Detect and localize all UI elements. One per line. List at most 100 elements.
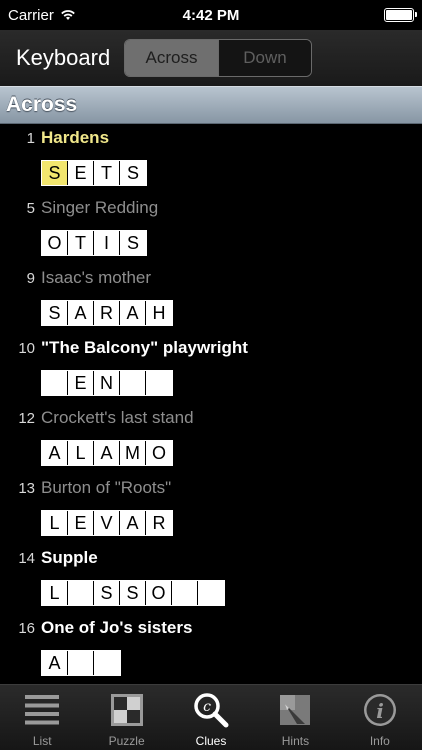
- answer-cell[interactable]: S: [120, 581, 146, 605]
- direction-segmented-control: Across Down: [124, 39, 312, 77]
- answer-cell[interactable]: R: [94, 301, 120, 325]
- clues-magnifier-icon: c: [193, 692, 229, 728]
- answer-cell[interactable]: O: [146, 581, 172, 605]
- segment-down[interactable]: Down: [218, 40, 311, 76]
- answer-cell[interactable]: T: [94, 161, 120, 185]
- clue-number: 10: [18, 340, 35, 357]
- clue-text: Supple: [41, 548, 98, 567]
- tab-list[interactable]: List: [0, 685, 84, 750]
- answer-cells[interactable]: SARAH: [41, 300, 173, 326]
- clue-number: 13: [18, 480, 35, 497]
- clue-list: 1 Hardens S E T S 5 Singer Redding O T I S 9 Isaac's …: [0, 124, 422, 684]
- clue-number: 5: [26, 200, 35, 217]
- clue-number: 12: [18, 410, 35, 427]
- battery-icon: [384, 8, 417, 22]
- answer-cell[interactable]: N: [94, 371, 120, 395]
- answer-cell[interactable]: [94, 651, 120, 675]
- answer-cells[interactable]: LEVAR: [41, 510, 173, 536]
- answer-cells[interactable]: EN: [41, 370, 173, 396]
- answer-cell[interactable]: I: [94, 231, 120, 255]
- clue-row[interactable]: 1 Hardens S E T S: [0, 124, 422, 194]
- tab-label-puzzle: Puzzle: [108, 734, 145, 748]
- answer-cell[interactable]: [198, 581, 224, 605]
- hints-icon: [277, 692, 313, 728]
- clue-row[interactable]: 14 Supple L S S O: [0, 544, 422, 614]
- answer-cell[interactable]: A: [120, 511, 146, 535]
- clues-header: Keyboard Across Down: [0, 30, 422, 86]
- answer-cell[interactable]: L: [68, 441, 94, 465]
- answer-cell[interactable]: S: [42, 161, 68, 185]
- answer-cell[interactable]: L: [42, 581, 68, 605]
- section-header: Across: [0, 86, 422, 124]
- clue-row[interactable]: 16 One of Jo's sisters A: [0, 614, 422, 684]
- wifi-icon: [60, 9, 76, 21]
- answer-cell[interactable]: [68, 651, 94, 675]
- answer-cell[interactable]: M: [120, 441, 146, 465]
- answer-cell[interactable]: L: [42, 511, 68, 535]
- answer-cell[interactable]: S: [120, 231, 146, 255]
- tab-info[interactable]: i Info: [338, 685, 422, 750]
- tab-label-clues: Clues: [195, 734, 227, 748]
- answer-cell[interactable]: S: [42, 301, 68, 325]
- carrier-group: Carrier: [8, 7, 76, 24]
- clue-text: Crockett's last stand: [41, 408, 194, 427]
- answer-cell[interactable]: A: [42, 441, 68, 465]
- clue-number: 14: [18, 550, 35, 567]
- answer-cell[interactable]: T: [68, 231, 94, 255]
- puzzle-grid-icon: [109, 692, 145, 728]
- clue-number: 9: [26, 270, 35, 287]
- header-title: Keyboard: [16, 45, 111, 70]
- answer-cell[interactable]: E: [68, 371, 94, 395]
- answer-cells[interactable]: OTIS: [41, 230, 147, 256]
- clue-text: Isaac's mother: [41, 268, 152, 287]
- answer-cell[interactable]: A: [94, 441, 120, 465]
- tab-label-info: Info: [369, 734, 390, 748]
- answer-cells[interactable]: SETS: [41, 160, 147, 186]
- tab-hints[interactable]: Hints: [253, 685, 337, 750]
- clue-row[interactable]: 9 Isaac's mother S A R A H: [0, 264, 422, 334]
- answer-cell[interactable]: S: [120, 161, 146, 185]
- answer-cells[interactable]: LSSO: [41, 580, 225, 606]
- clue-row[interactable]: 10 "The Balcony" playwright E N: [0, 334, 422, 404]
- tab-label-hints: Hints: [281, 734, 310, 748]
- answer-cell[interactable]: O: [42, 231, 68, 255]
- answer-cell[interactable]: [120, 371, 146, 395]
- clue-text: Hardens: [41, 128, 110, 147]
- answer-cell[interactable]: S: [94, 581, 120, 605]
- answer-cell[interactable]: R: [146, 511, 172, 535]
- answer-cell[interactable]: H: [146, 301, 172, 325]
- list-icon: [24, 692, 60, 728]
- answer-cells[interactable]: A: [41, 650, 121, 676]
- answer-cell[interactable]: V: [94, 511, 120, 535]
- clue-text: "The Balcony" playwright: [41, 338, 248, 357]
- clue-row[interactable]: 5 Singer Redding O T I S: [0, 194, 422, 264]
- tab-bar: List Puzzle c Clues Hints i Info: [0, 684, 422, 750]
- svg-text:c: c: [203, 699, 211, 715]
- clue-number: 16: [18, 620, 35, 637]
- answer-cell[interactable]: [172, 581, 198, 605]
- answer-cells[interactable]: ALAMO: [41, 440, 173, 466]
- section-title: Across: [6, 93, 78, 116]
- status-bar: Carrier 4:42 PM: [0, 0, 422, 30]
- answer-cell[interactable]: [42, 371, 68, 395]
- tab-clues[interactable]: c Clues: [169, 685, 253, 750]
- segment-across[interactable]: Across: [125, 40, 218, 76]
- answer-cell[interactable]: O: [146, 441, 172, 465]
- answer-cell[interactable]: A: [42, 651, 68, 675]
- answer-cell[interactable]: A: [68, 301, 94, 325]
- answer-cell[interactable]: A: [120, 301, 146, 325]
- answer-cell[interactable]: [68, 581, 94, 605]
- clue-number: 1: [26, 130, 35, 147]
- answer-cell[interactable]: E: [68, 161, 94, 185]
- answer-cell[interactable]: E: [68, 511, 94, 535]
- clue-row[interactable]: 13 Burton of "Roots" L E V A R: [0, 474, 422, 544]
- tab-label-list: List: [32, 734, 52, 748]
- carrier-label: Carrier: [8, 6, 54, 24]
- svg-text:i: i: [376, 699, 384, 723]
- clue-row[interactable]: 12 Crockett's last stand A L A M O: [0, 404, 422, 474]
- answer-cell[interactable]: [146, 371, 172, 395]
- clue-text: Singer Redding: [41, 198, 159, 217]
- battery-level: [386, 10, 412, 20]
- tab-puzzle[interactable]: Puzzle: [84, 685, 168, 750]
- info-icon: i: [362, 692, 398, 728]
